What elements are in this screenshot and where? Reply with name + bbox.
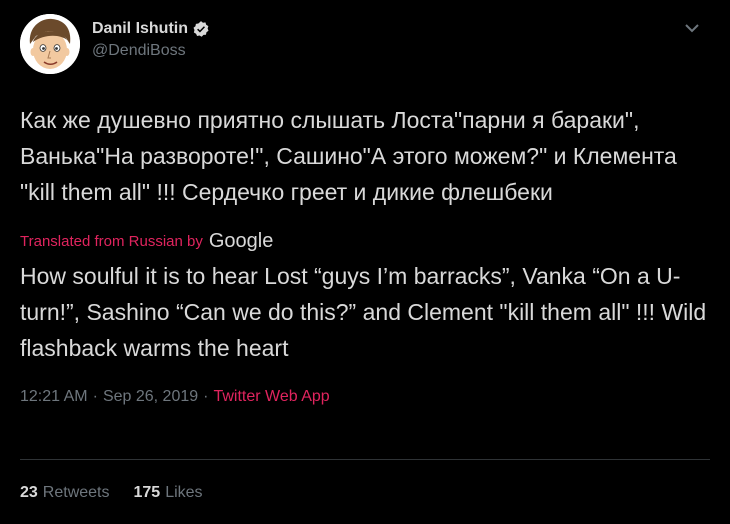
likes-label: Likes [165,484,203,501]
likes-count: 175 [133,484,161,501]
likes-stat[interactable]: 175 Likes [134,484,203,502]
tweet-header: Danil Ishutin @DendiBoss [20,12,710,78]
tweet-text-original: Как же душевно приятно слышать Лоста"пар… [20,107,677,205]
tweet-time[interactable]: 12:21 AM [20,388,88,406]
translator-logo: Google [208,229,274,252]
tweet-text-translated: How soulful it is to hear Lost “guys I’m… [20,263,707,361]
retweets-stat[interactable]: 23 Retweets [20,484,110,502]
chevron-down-icon[interactable] [682,18,702,38]
author-names: Danil Ishutin @DendiBoss [92,18,210,60]
tweet-date[interactable]: Sep 26, 2019 [103,388,198,406]
avatar[interactable] [20,14,80,74]
divider [20,459,710,460]
tweet-card: Danil Ishutin @DendiBoss Как же душевно … [0,0,730,524]
source-app-link[interactable]: Twitter Web App [213,388,329,406]
translated-label[interactable]: Translated from Russian by [20,233,203,250]
author-handle[interactable]: @DendiBoss [92,42,210,60]
avatar-illustration [20,14,80,74]
retweets-label: Retweets [42,484,110,501]
tweet-meta: 12:21 AM · Sep 26, 2019 · Twitter Web Ap… [20,386,710,408]
tweet-stats: 23 Retweets 175 Likes [20,482,203,504]
display-name[interactable]: Danil Ishutin [92,20,188,38]
verified-badge-icon [193,21,209,37]
meta-separator: · [92,388,98,405]
retweets-count: 23 [20,484,38,501]
display-name-row: Danil Ishutin [92,18,210,40]
translation-attribution: Translated from Russian by Google [20,230,710,252]
meta-separator: · [203,388,209,405]
